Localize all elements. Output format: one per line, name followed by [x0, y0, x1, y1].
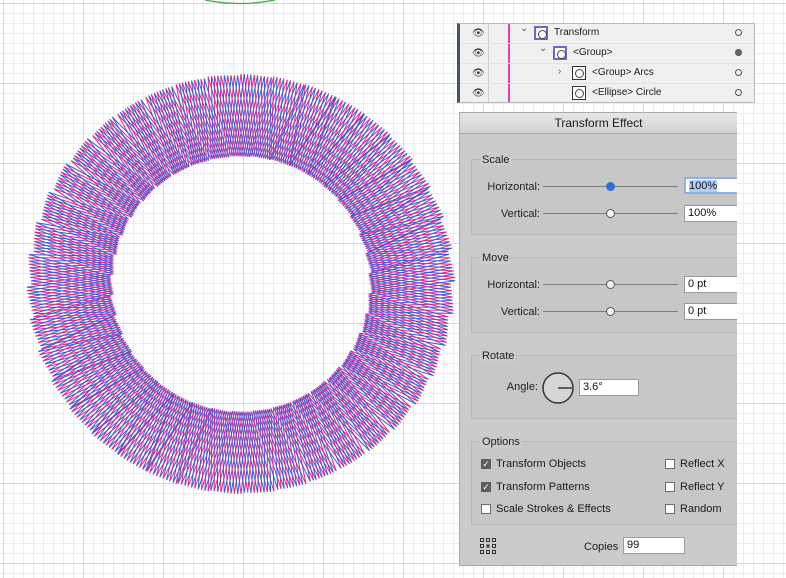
move-horizontal-slider-knob[interactable]: [606, 280, 615, 289]
scale-horizontal-slider-knob[interactable]: [606, 182, 615, 191]
reflect-y-label: Reflect Y: [680, 481, 725, 493]
target-icon[interactable]: [735, 89, 742, 96]
scale-vertical-input[interactable]: 100%: [684, 205, 737, 222]
move-vertical-input[interactable]: 0 pt: [684, 303, 737, 320]
layer-thumbnail: [534, 26, 548, 40]
zigzag-path: [28, 75, 454, 493]
random-label: Random: [680, 503, 722, 515]
layer-row[interactable]: 👁︎ ⌄ <Group>: [460, 43, 754, 64]
layer-name[interactable]: <Ellipse> Circle: [592, 87, 661, 98]
options-group-title: Options: [480, 436, 522, 448]
move-horizontal-input[interactable]: 0 pt: [684, 276, 737, 293]
layer-row[interactable]: 👁︎ <Ellipse> Circle: [460, 84, 754, 102]
chevron-right-icon[interactable]: ›: [558, 66, 561, 77]
eye-icon[interactable]: 👁︎: [472, 68, 485, 79]
transform-objects-checkbox[interactable]: ✓: [481, 459, 491, 469]
transform-patterns-checkbox[interactable]: ✓: [481, 482, 491, 492]
reference-point-icon[interactable]: [479, 537, 497, 555]
layer-thumbnail: [553, 46, 567, 60]
zigzag-path: [29, 74, 453, 494]
move-vertical-label: Vertical:: [500, 306, 540, 318]
scale-group: Scale: [471, 154, 737, 235]
layers-panel: 👁︎ ⌄ Transform 👁︎ ⌄ <Group> 👁︎ › <Group> Arcs 👁︎ <…: [457, 23, 755, 103]
layer-color-bar: [508, 64, 510, 83]
copies-input[interactable]: 99: [623, 537, 685, 554]
layer-color-bar: [508, 44, 510, 63]
eye-icon[interactable]: 👁︎: [472, 48, 485, 59]
partial-green-ellipse: [204, 0, 276, 5]
lock-column-divider: [488, 24, 489, 43]
eye-icon[interactable]: 👁︎: [472, 88, 485, 99]
target-icon[interactable]: [735, 29, 742, 36]
lock-column-divider: [488, 44, 489, 63]
scale-vertical-slider-knob[interactable]: [606, 209, 615, 218]
target-icon[interactable]: [735, 49, 742, 56]
scale-vertical-label: Vertical:: [500, 208, 540, 220]
chevron-down-icon[interactable]: ⌄: [539, 43, 547, 54]
angle-dial-icon[interactable]: [541, 371, 575, 405]
transform-effect-dialog: Transform Effect Scale Horizontal: 100% …: [459, 112, 737, 566]
rotate-group-title: Rotate: [480, 350, 517, 362]
lock-column-divider: [488, 84, 489, 102]
scale-strokes-effects-checkbox[interactable]: [481, 504, 491, 514]
rotate-angle-label: Angle:: [506, 381, 538, 393]
dialog-title: Transform Effect: [460, 113, 737, 134]
move-horizontal-label: Horizontal:: [487, 279, 540, 291]
scale-horizontal-label: Horizontal:: [487, 181, 540, 193]
scale-group-title: Scale: [480, 154, 512, 166]
scale-strokes-effects-label: Scale Strokes & Effects: [496, 503, 611, 515]
random-checkbox[interactable]: [665, 504, 675, 514]
move-vertical-slider-knob[interactable]: [606, 307, 615, 316]
copies-label: Copies: [584, 541, 619, 553]
chevron-down-icon[interactable]: ⌄: [520, 24, 528, 34]
scale-horizontal-input[interactable]: 100%: [684, 177, 737, 194]
transform-objects-label: Transform Objects: [496, 458, 587, 470]
reflect-y-checkbox[interactable]: [665, 482, 675, 492]
layer-name[interactable]: <Group>: [573, 47, 612, 58]
reflect-x-checkbox[interactable]: [665, 459, 675, 469]
move-group-title: Move: [480, 252, 511, 264]
zigzag-ring-blue: [26, 73, 456, 495]
zigzag-path: [29, 75, 453, 493]
zigzag-path: [28, 75, 454, 493]
rotate-angle-input[interactable]: 3.6°: [579, 379, 639, 396]
transform-patterns-label: Transform Patterns: [496, 481, 590, 493]
lock-column-divider: [488, 64, 489, 83]
layer-name[interactable]: <Group> Arcs: [592, 67, 654, 78]
layer-row[interactable]: 👁︎ › <Group> Arcs: [460, 64, 754, 84]
target-icon[interactable]: [735, 69, 742, 76]
layer-name[interactable]: Transform: [554, 27, 599, 38]
layer-color-bar: [508, 84, 510, 102]
eye-icon[interactable]: 👁︎: [472, 28, 485, 39]
layer-thumbnail: [572, 66, 586, 80]
move-group: Move: [471, 252, 737, 333]
layer-row[interactable]: 👁︎ ⌄ Transform: [460, 24, 754, 44]
layer-thumbnail: [572, 86, 586, 100]
layer-color-bar: [508, 24, 510, 43]
reflect-x-label: Reflect X: [680, 458, 725, 470]
